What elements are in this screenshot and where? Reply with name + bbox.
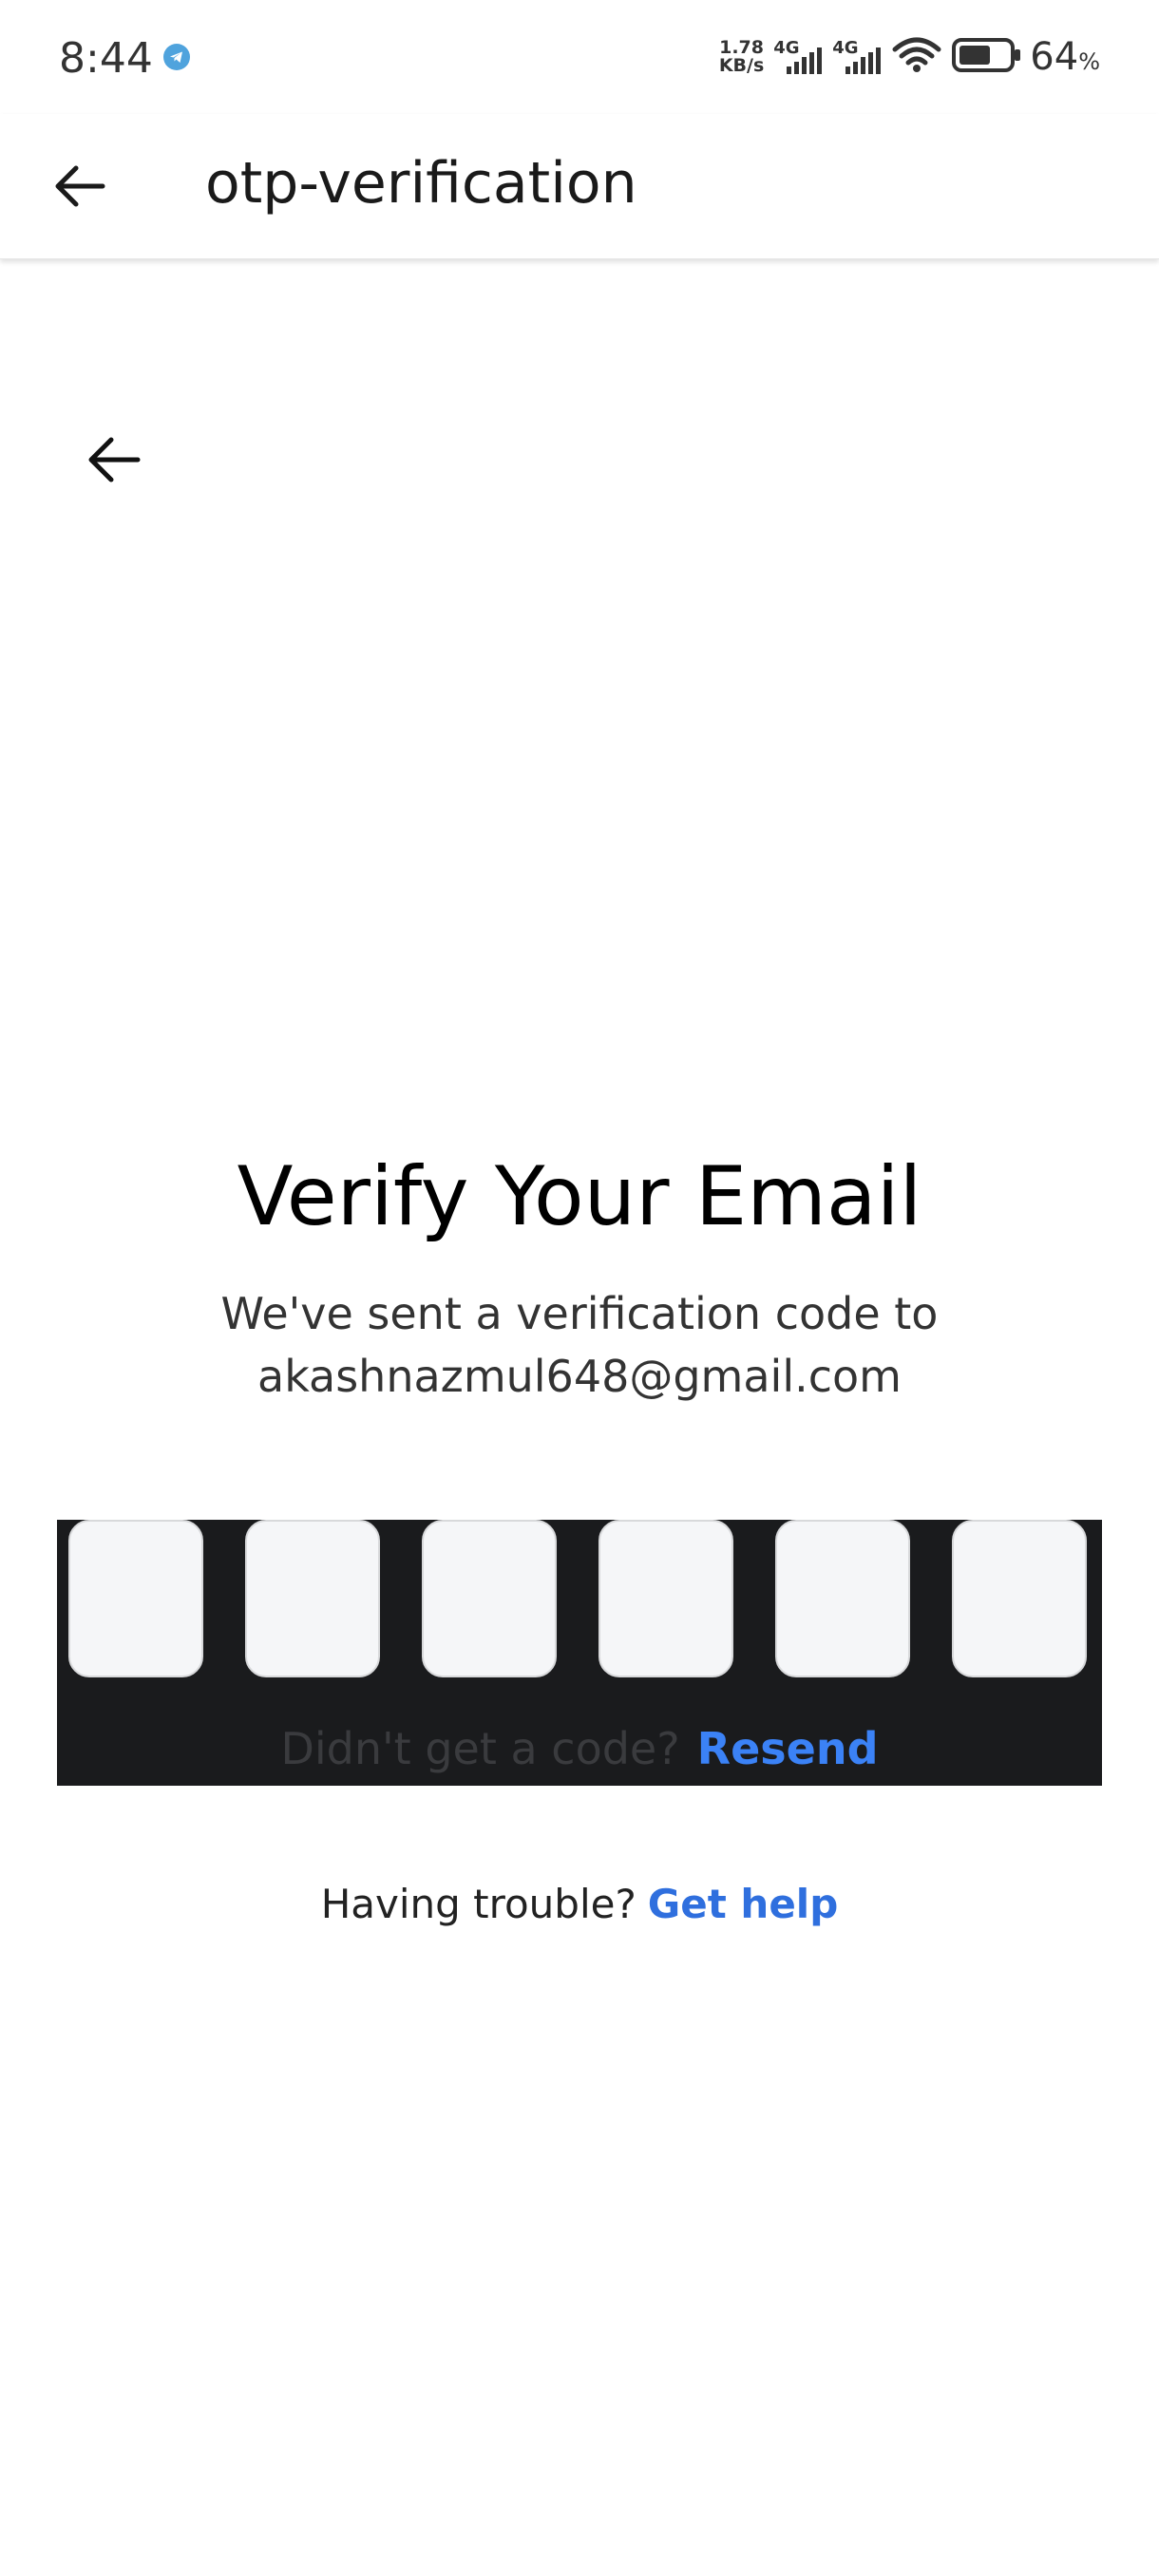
wifi-icon [891,36,942,79]
network-speed-unit: KB/s [718,55,765,76]
get-help-link[interactable]: Get help [648,1881,839,1927]
help-prompt: Having trouble? [320,1881,636,1927]
sim2-signal-icon: 4G [832,38,882,76]
app-bar: otp-verification [0,114,1159,259]
verification-message-line: We've sent a verification code to [220,1288,939,1339]
verification-message: We've sent a verification code to akashn… [0,1282,1159,1408]
email-address: akashnazmul648@gmail.com [257,1351,902,1402]
telegram-icon [163,44,190,70]
otp-digit-input-5[interactable] [775,1520,910,1677]
status-bar: 8:44 1.78 KB/s 4G 4G 64% [0,0,1159,114]
otp-digit-input-2[interactable] [245,1520,380,1677]
back-button[interactable] [76,426,152,494]
sim1-signal-icon: 4G [773,38,823,76]
resend-row: Didn't get a code? Resend [57,1723,1102,1774]
battery-icon [952,37,1022,78]
app-bar-title: otp-verification [205,150,637,217]
arrow-left-icon [88,437,141,483]
otp-panel: Didn't get a code? Resend [57,1520,1102,1786]
resend-link[interactable]: Resend [697,1723,879,1774]
network-speed: 1.78 KB/s [719,39,764,75]
arrow-left-icon [55,165,105,207]
battery-indicator: 64% [952,35,1100,79]
otp-digit-input-1[interactable] [68,1520,203,1677]
battery-percent-symbol: % [1078,48,1100,75]
status-time: 8:44 [59,34,153,83]
page-title: Verify Your Email [237,1149,922,1244]
status-indicators: 1.78 KB/s 4G 4G 64% [719,32,1100,82]
resend-prompt: Didn't get a code? [280,1723,680,1774]
help-row: Having trouble? Get help [0,1881,1159,1927]
otp-digit-input-6[interactable] [952,1520,1087,1677]
otp-digit-input-3[interactable] [422,1520,557,1677]
battery-percent-value: 64 [1030,35,1079,79]
app-bar-back-button[interactable] [46,152,114,220]
battery-percent: 64% [1030,35,1100,79]
otp-digit-input-4[interactable] [598,1520,733,1677]
